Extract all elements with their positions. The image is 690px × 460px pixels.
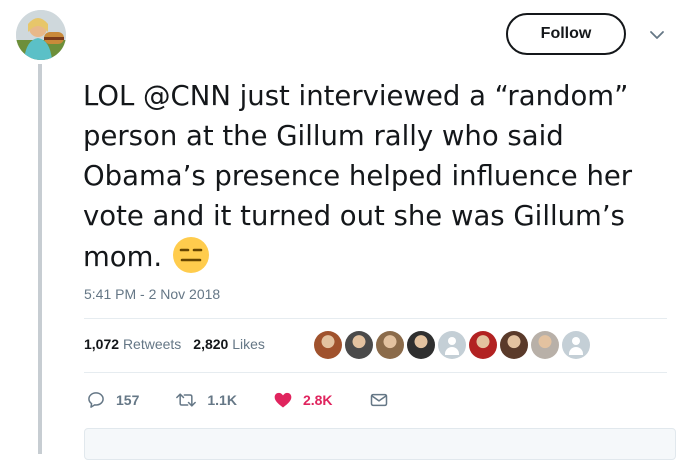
retweets-count: 1,072 <box>84 336 120 352</box>
tweet-text-line-last: mom. <box>83 236 673 277</box>
liker-avatar[interactable] <box>438 331 466 359</box>
retweet-button[interactable]: 1.1K <box>175 390 237 410</box>
liker-avatars <box>314 331 590 359</box>
reply-button[interactable]: 157 <box>86 390 139 410</box>
retweet-icon <box>176 393 197 407</box>
thread-line <box>38 64 42 454</box>
reply-count: 157 <box>116 392 140 408</box>
retweets-label: Retweets <box>122 336 182 352</box>
likes-label: Likes <box>232 336 265 352</box>
liker-avatar[interactable] <box>376 331 404 359</box>
tweet-text-line: LOL @CNN just interviewed a “random” <box>83 80 629 112</box>
envelope-icon <box>370 393 387 407</box>
liker-avatar[interactable] <box>531 331 559 359</box>
like-button[interactable]: 2.8K <box>273 390 333 410</box>
retweets-stat[interactable]: 1,072 Retweets <box>84 336 181 352</box>
tweet-text-line: vote and it turned out she was Gillum’s <box>83 200 625 232</box>
heart-icon <box>274 392 292 408</box>
tweet-text-line: Obama’s presence helped influence her <box>83 160 633 192</box>
tweet-timestamp[interactable]: 5:41 PM - 2 Nov 2018 <box>84 286 220 302</box>
direct-message-button[interactable] <box>369 390 389 410</box>
liker-avatar[interactable] <box>314 331 342 359</box>
divider <box>84 318 667 319</box>
liker-avatar[interactable] <box>407 331 435 359</box>
tweet-text-line: person at the Gillum rally who said <box>83 120 564 152</box>
tweet-stats: 1,072 Retweets 2,820 Likes <box>84 336 265 352</box>
reply-icon <box>88 392 104 408</box>
retweet-count: 1.1K <box>207 392 237 408</box>
likes-stat[interactable]: 2,820 Likes <box>193 336 265 352</box>
expressionless-face-icon <box>173 237 210 273</box>
reply-input[interactable] <box>84 428 676 460</box>
liker-avatar[interactable] <box>562 331 590 359</box>
like-count: 2.8K <box>302 392 333 408</box>
chevron-down-icon[interactable] <box>648 26 666 44</box>
liker-avatar[interactable] <box>345 331 373 359</box>
follow-button[interactable]: Follow <box>506 13 626 55</box>
tweet-text: LOL @CNN just interviewed a “random” per… <box>83 76 673 277</box>
avatar[interactable] <box>16 10 66 60</box>
tweet-actions: 157 1.1K 2.8K <box>86 390 389 410</box>
liker-avatar[interactable] <box>469 331 497 359</box>
likes-count: 2,820 <box>193 336 229 352</box>
liker-avatar[interactable] <box>500 331 528 359</box>
tweet-text-tail: mom. <box>83 241 163 273</box>
divider <box>84 372 667 373</box>
